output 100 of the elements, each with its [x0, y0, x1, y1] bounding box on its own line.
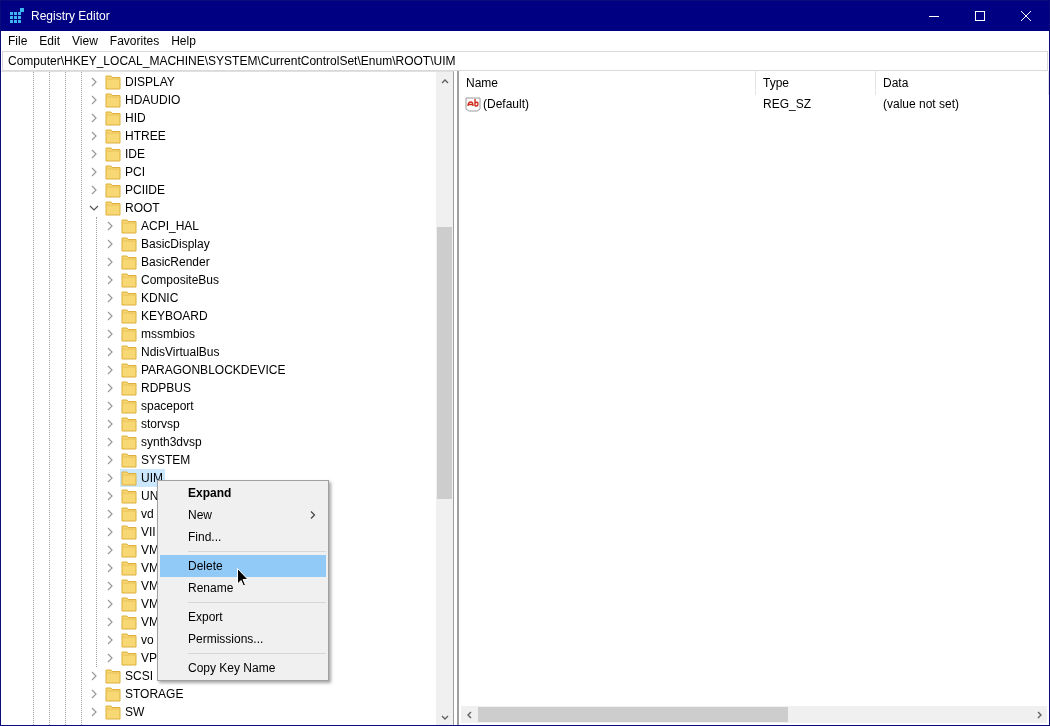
expand-caret-icon[interactable]: [105, 599, 115, 609]
expand-caret-icon[interactable]: [89, 671, 99, 681]
expand-caret-icon[interactable]: [105, 509, 115, 519]
folder-icon: [121, 524, 137, 540]
column-header[interactable]: Type: [756, 71, 876, 95]
expand-caret-icon[interactable]: [89, 167, 99, 177]
expand-caret-icon[interactable]: [105, 491, 115, 501]
expand-caret-icon[interactable]: [105, 419, 115, 429]
context-menu-item[interactable]: Rename: [160, 577, 326, 599]
menu-item[interactable]: Edit: [33, 32, 67, 50]
expand-caret-icon[interactable]: [105, 401, 115, 411]
tree-item[interactable]: ROOT: [104, 199, 162, 217]
folder-icon: [121, 488, 137, 504]
collapse-caret-icon[interactable]: [89, 203, 99, 213]
app-icon: [9, 8, 25, 24]
expand-caret-icon[interactable]: [105, 653, 115, 663]
tree-item[interactable]: HID: [104, 109, 148, 127]
folder-icon: [105, 164, 121, 180]
scrollbar-thumb[interactable]: [437, 227, 452, 499]
tree-item[interactable]: PCI: [104, 163, 147, 181]
tree-item[interactable]: PCIIDE: [104, 181, 167, 199]
tree-item[interactable]: spaceport: [120, 397, 196, 415]
expand-caret-icon[interactable]: [89, 95, 99, 105]
tree-item[interactable]: mssmbios: [120, 325, 197, 343]
close-icon: [1021, 11, 1031, 21]
tree-item[interactable]: KDNIC: [120, 289, 181, 307]
folder-icon: [121, 272, 137, 288]
context-menu-item[interactable]: Copy Key Name: [160, 657, 326, 679]
folder-icon: [121, 308, 137, 324]
tree-item[interactable]: BasicRender: [120, 253, 212, 271]
expand-caret-icon[interactable]: [105, 257, 115, 267]
tree-item[interactable]: IDE: [104, 145, 147, 163]
menu-item[interactable]: File: [2, 32, 34, 50]
tree-item[interactable]: synth3dvsp: [120, 433, 204, 451]
tree-item[interactable]: NdisVirtualBus: [120, 343, 222, 361]
expand-caret-icon[interactable]: [105, 347, 115, 357]
address-bar[interactable]: Computer\HKEY_LOCAL_MACHINE\SYSTEM\CurrentControlSet\Enum\ROOT\UIM: [2, 51, 1048, 71]
tree-item[interactable]: VII: [120, 523, 158, 541]
folder-icon: [121, 416, 137, 432]
tree-item[interactable]: PARAGONBLOCKDEVICE: [120, 361, 288, 379]
expand-caret-icon[interactable]: [89, 689, 99, 699]
horizontal-scrollbar[interactable]: [461, 706, 1047, 723]
tree-item[interactable]: storvsp: [120, 415, 182, 433]
expand-caret-icon[interactable]: [105, 617, 115, 627]
expand-caret-icon[interactable]: [105, 473, 115, 483]
tree-item[interactable]: SCSI: [104, 667, 155, 685]
expand-caret-icon[interactable]: [105, 239, 115, 249]
tree-item[interactable]: ACPI_HAL: [120, 217, 202, 235]
expand-caret-icon[interactable]: [105, 311, 115, 321]
folder-icon: [105, 146, 121, 162]
expand-caret-icon[interactable]: [89, 149, 99, 159]
tree-item[interactable]: SYSTEM: [120, 451, 193, 469]
expand-caret-icon[interactable]: [105, 563, 115, 573]
column-header[interactable]: Name: [459, 71, 756, 95]
tree-item[interactable]: DISPLAY: [104, 73, 177, 91]
expand-caret-icon[interactable]: [105, 383, 115, 393]
expand-caret-icon[interactable]: [89, 185, 99, 195]
tree-item[interactable]: HDAUDIO: [104, 91, 183, 109]
menu-item[interactable]: Help: [165, 32, 202, 50]
scrollbar-thumb[interactable]: [478, 707, 788, 722]
expand-caret-icon[interactable]: [105, 581, 115, 591]
expand-caret-icon[interactable]: [105, 365, 115, 375]
expand-caret-icon[interactable]: [105, 527, 115, 537]
context-menu-item[interactable]: Find...: [160, 526, 326, 548]
expand-caret-icon[interactable]: [89, 77, 99, 87]
menu-item[interactable]: Favorites: [103, 32, 166, 50]
tree-item[interactable]: STORAGE: [104, 685, 186, 703]
tree-item[interactable]: UN: [120, 487, 161, 505]
tree-item[interactable]: BasicDisplay: [120, 235, 212, 253]
tree-item[interactable]: VP: [120, 649, 159, 667]
column-header[interactable]: Data: [876, 71, 1049, 95]
expand-caret-icon[interactable]: [89, 707, 99, 717]
folder-icon: [121, 596, 137, 612]
expand-caret-icon[interactable]: [105, 293, 115, 303]
context-menu-item[interactable]: New: [160, 504, 326, 526]
tree-item[interactable]: CompositeBus: [120, 271, 222, 289]
context-menu-item[interactable]: Export: [160, 606, 326, 628]
tree-item[interactable]: vd: [120, 505, 156, 523]
expand-caret-icon[interactable]: [105, 635, 115, 645]
folder-icon: [105, 128, 121, 144]
tree-item[interactable]: vo: [120, 631, 156, 649]
expand-caret-icon[interactable]: [89, 113, 99, 123]
expand-caret-icon[interactable]: [105, 275, 115, 285]
vertical-scrollbar[interactable]: [436, 72, 453, 725]
tree-item[interactable]: KEYBOARD: [120, 307, 210, 325]
expand-caret-icon[interactable]: [105, 437, 115, 447]
tree-item[interactable]: SW: [104, 703, 147, 721]
expand-caret-icon[interactable]: [105, 221, 115, 231]
folder-icon: [121, 434, 137, 450]
maximize-icon: [975, 11, 985, 21]
tree-item[interactable]: HTREE: [104, 127, 168, 145]
context-menu-item[interactable]: Permissions...: [160, 628, 326, 650]
expand-caret-icon[interactable]: [89, 131, 99, 141]
expand-caret-icon[interactable]: [105, 329, 115, 339]
expand-caret-icon[interactable]: [105, 545, 115, 555]
menu-item[interactable]: View: [66, 32, 104, 50]
context-menu-item[interactable]: Delete: [160, 555, 326, 577]
expand-caret-icon[interactable]: [105, 455, 115, 465]
folder-icon: [105, 686, 121, 702]
tree-item[interactable]: RDPBUS: [120, 379, 193, 397]
